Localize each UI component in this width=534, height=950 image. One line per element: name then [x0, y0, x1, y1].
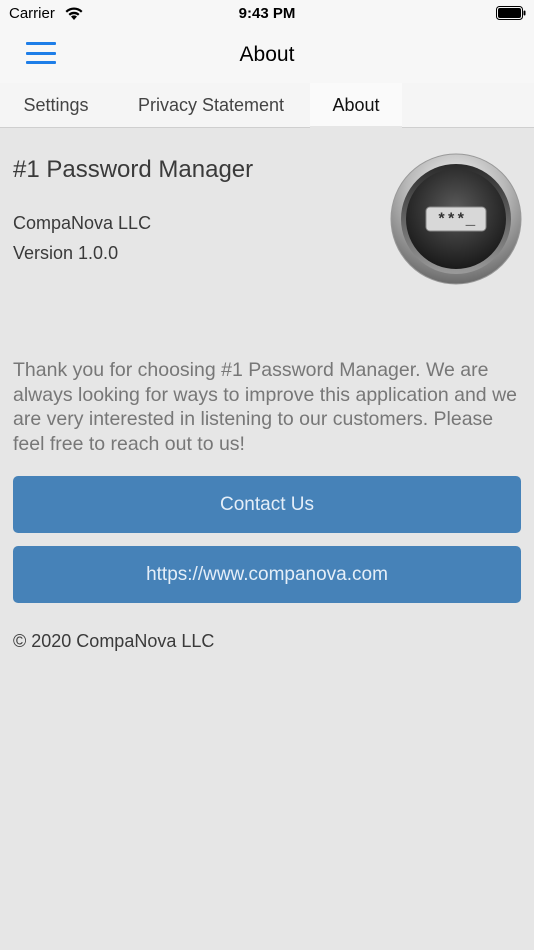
contact-us-button[interactable]: Contact Us — [13, 476, 521, 533]
app-name: #1 Password Manager — [13, 156, 254, 183]
page-title: About — [239, 43, 295, 66]
logo-password-text: ***_ — [437, 211, 476, 229]
tab-settings[interactable]: Settings — [0, 83, 112, 128]
navigation-bar: About — [0, 28, 534, 83]
password-lock-icon: ***_ — [390, 153, 522, 285]
battery-icon — [496, 6, 526, 20]
tab-bar: Settings Privacy Statement About — [0, 83, 534, 128]
tab-about[interactable]: About — [310, 83, 402, 128]
website-link-button[interactable]: https://www.companova.com — [13, 546, 521, 603]
status-time: 9:43 PM — [238, 5, 296, 22]
description-text: Thank you for choosing #1 Password Manag… — [13, 359, 518, 455]
copyright-text: © 2020 CompaNova LLC — [13, 631, 215, 651]
tab-privacy-statement[interactable]: Privacy Statement — [112, 83, 310, 128]
company-name: CompaNova LLC — [13, 213, 152, 233]
status-bar: Carrier 9:43 PM — [0, 0, 534, 28]
version-label: Version 1.0.0 — [13, 243, 119, 263]
